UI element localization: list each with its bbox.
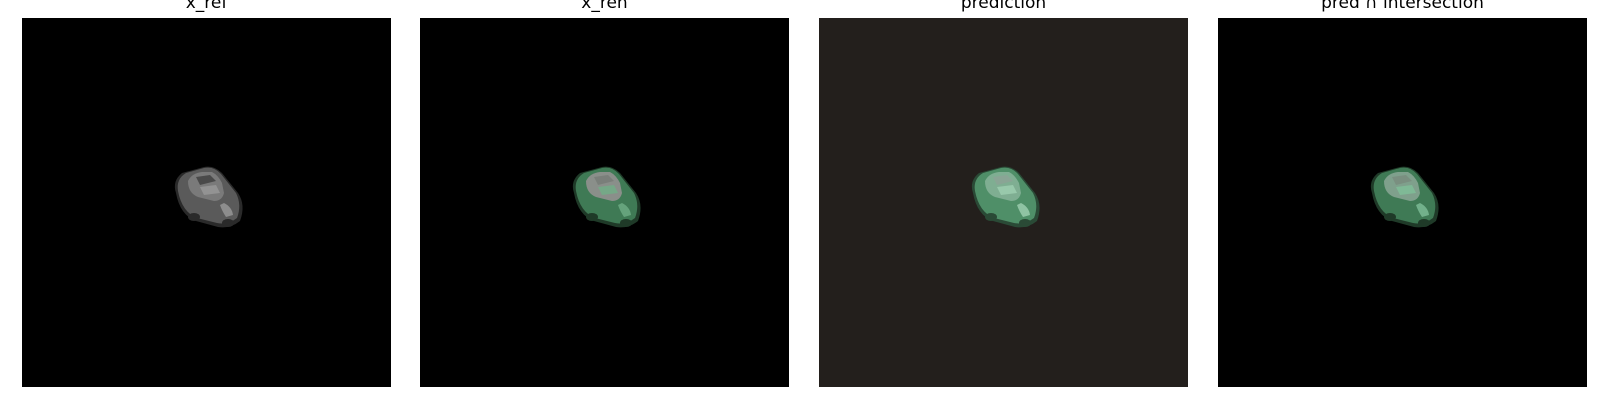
panel-title: x_ref: [185, 0, 228, 13]
panel-image: [1218, 18, 1587, 387]
panel-pred-intersection: pred ∩ intersection: [1218, 0, 1587, 388]
car-render-image: [1218, 18, 1587, 387]
car-render-image: [819, 18, 1188, 387]
panel-image: [22, 18, 391, 387]
panel-title: pred ∩ intersection: [1321, 0, 1484, 13]
figure: x_ref x_ren prediction pred ∩ intersecti…: [0, 0, 1600, 400]
car-render-image: [22, 18, 391, 387]
panel-x-ref: x_ref: [22, 0, 391, 388]
panel-title: prediction: [960, 0, 1047, 13]
panel-prediction: prediction: [819, 0, 1188, 388]
panel-title: x_ren: [581, 0, 628, 13]
car-render-image: [420, 18, 789, 387]
panel-image: [420, 18, 789, 387]
panel-x-ren: x_ren: [420, 0, 789, 388]
panel-image: [819, 18, 1188, 387]
